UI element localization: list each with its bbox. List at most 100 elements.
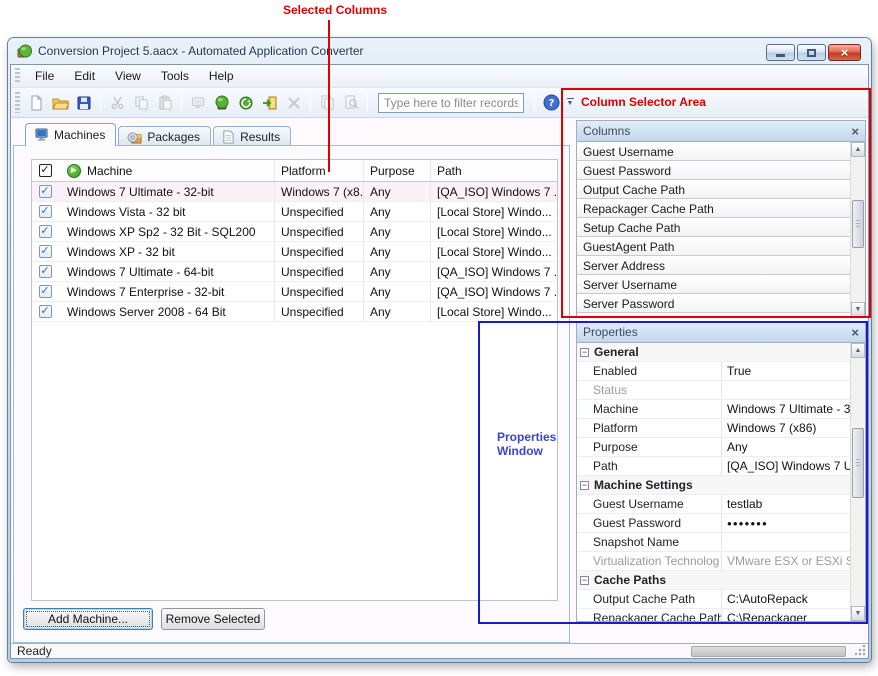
column-option[interactable]: Repackager Cache Path [577,199,850,218]
filter-records-input[interactable] [378,93,524,113]
property-row[interactable]: Snapshot Name [577,533,850,552]
scroll-down-icon[interactable]: ▼ [851,606,865,621]
property-row[interactable]: Repackager Cache Path C:\Repackager [577,609,850,621]
table-row[interactable]: ✓ Windows Vista - 32 bit Unspecified Any… [32,202,557,222]
scroll-up-icon[interactable]: ▲ [851,142,865,157]
stop-button[interactable] [283,92,305,114]
close-button[interactable]: × [828,44,861,61]
row-checkbox[interactable]: ✓ [39,185,52,198]
property-value[interactable] [721,533,850,551]
property-row[interactable]: Purpose Any [577,438,850,457]
close-icon[interactable]: × [851,326,859,339]
table-row[interactable]: ✓ Windows 7 Enterprise - 32-bit Unspecif… [32,282,557,302]
preview-button[interactable] [340,92,362,114]
cut-button[interactable] [106,92,128,114]
add-machine-button[interactable]: Add Machine... [23,608,153,630]
menu-edit[interactable]: Edit [65,66,104,86]
property-row[interactable]: Status [577,381,850,400]
minimize-button[interactable] [766,44,795,61]
run-conversion-button[interactable] [259,92,281,114]
row-checkbox[interactable]: ✓ [39,225,52,238]
property-value[interactable]: testlab [721,495,850,513]
tab-machines[interactable]: Machines [25,123,116,146]
column-option[interactable]: Server Password [577,294,850,313]
column-option[interactable]: Guest Username [577,142,850,161]
table-row[interactable]: ✓ Windows 7 Ultimate - 64-bit Unspecifie… [32,262,557,282]
column-option[interactable]: Guest Password [577,161,850,180]
column-option[interactable]: Output Cache Path [577,180,850,199]
property-row[interactable]: Path [QA_ISO] Windows 7 Ul [577,457,850,476]
collapse-icon[interactable]: − [580,576,589,585]
row-checkbox[interactable]: ✓ [39,265,52,278]
property-row[interactable]: Virtualization Technolog VMware ESX or E… [577,552,850,571]
column-option[interactable]: Setup Cache Path [577,218,850,237]
help-button[interactable]: ? [540,92,562,114]
scrollbar-thumb[interactable] [852,200,864,248]
property-row[interactable]: Machine Windows 7 Ultimate - 3 [577,400,850,419]
property-value[interactable]: True [721,362,850,380]
maximize-button[interactable] [797,44,826,61]
column-header-machine[interactable]: Machine [87,164,132,178]
virtual-machine-button[interactable] [187,92,209,114]
table-row[interactable]: ✓ Windows XP Sp2 - 32 Bit - SQL200 Unspe… [32,222,557,242]
column-header-platform[interactable]: Platform [275,160,364,181]
table-row[interactable]: ✓ Windows Server 2008 - 64 Bit Unspecifi… [32,302,557,322]
property-row[interactable]: Output Cache Path C:\AutoRepack [577,590,850,609]
open-project-button[interactable] [49,92,71,114]
property-value[interactable]: [QA_ISO] Windows 7 Ul [721,457,850,475]
properties-panel-header[interactable]: Properties × [577,322,865,343]
property-row[interactable]: Enabled True [577,362,850,381]
tab-results[interactable]: Results [213,126,291,146]
row-checkbox[interactable]: ✓ [39,205,52,218]
resize-grip-handle[interactable] [855,645,866,656]
property-category[interactable]: −Machine Settings [577,476,850,495]
scroll-up-icon[interactable]: ▲ [851,343,865,358]
columns-scrollbar[interactable]: ▲ ▼ [850,142,865,317]
column-option[interactable]: GuestAgent Path [577,237,850,256]
collapse-icon[interactable]: − [580,481,589,490]
column-option[interactable]: Server Address [577,256,850,275]
refresh-button[interactable] [235,92,257,114]
row-checkbox[interactable]: ✓ [39,305,52,318]
menu-help[interactable]: Help [200,66,243,86]
property-value[interactable]: Windows 7 (x86) [721,419,850,437]
property-row[interactable]: Guest Password ●●●●●●● [577,514,850,533]
copy-button[interactable] [130,92,152,114]
columns-panel-header[interactable]: Columns × [577,121,865,142]
property-row[interactable]: Platform Windows 7 (x86) [577,419,850,438]
properties-scrollbar[interactable]: ▲ ▼ [850,343,865,621]
table-row[interactable]: ✓ Windows 7 Ultimate - 32-bit Windows 7 … [32,182,557,202]
property-row[interactable]: Guest Username testlab [577,495,850,514]
property-value[interactable]: C:\AutoRepack [721,590,850,608]
menu-tools[interactable]: Tools [152,66,198,86]
row-checkbox[interactable]: ✓ [39,245,52,258]
tab-packages[interactable]: Packages [118,126,211,146]
property-value[interactable]: Any [721,438,850,456]
property-value-password[interactable]: ●●●●●●● [721,514,850,532]
property-value[interactable]: Windows 7 Ultimate - 3 [721,400,850,418]
save-project-button[interactable] [73,92,95,114]
scroll-down-icon[interactable]: ▼ [851,302,865,317]
menubar-grip-handle[interactable] [15,68,20,83]
collapse-icon[interactable]: − [580,348,589,357]
table-row[interactable]: ✓ Windows XP - 32 bit Unspecified Any [L… [32,242,557,262]
column-header-purpose[interactable]: Purpose [364,160,431,181]
column-option[interactable]: Server Username [577,275,850,294]
convert-button[interactable] [211,92,233,114]
scrollbar-thumb[interactable] [852,428,864,498]
column-header-path[interactable]: Path [431,160,557,181]
toolbar-grip-handle[interactable] [15,92,20,112]
toolbar-overflow-button[interactable]: ▼ [563,93,577,113]
property-category[interactable]: −Cache Paths [577,571,850,590]
menu-view[interactable]: View [106,66,150,86]
menu-file[interactable]: File [26,66,63,86]
property-category[interactable]: −General [577,343,850,362]
title-bar[interactable]: Conversion Project 5.aacx - Automated Ap… [8,38,871,64]
duplicate-button[interactable] [316,92,338,114]
property-value[interactable]: C:\Repackager [721,609,850,621]
row-checkbox[interactable]: ✓ [39,285,52,298]
close-icon[interactable]: × [851,125,859,138]
select-all-checkbox[interactable]: ✓ [39,164,52,177]
remove-selected-button[interactable]: Remove Selected [161,608,265,630]
paste-button[interactable] [154,92,176,114]
